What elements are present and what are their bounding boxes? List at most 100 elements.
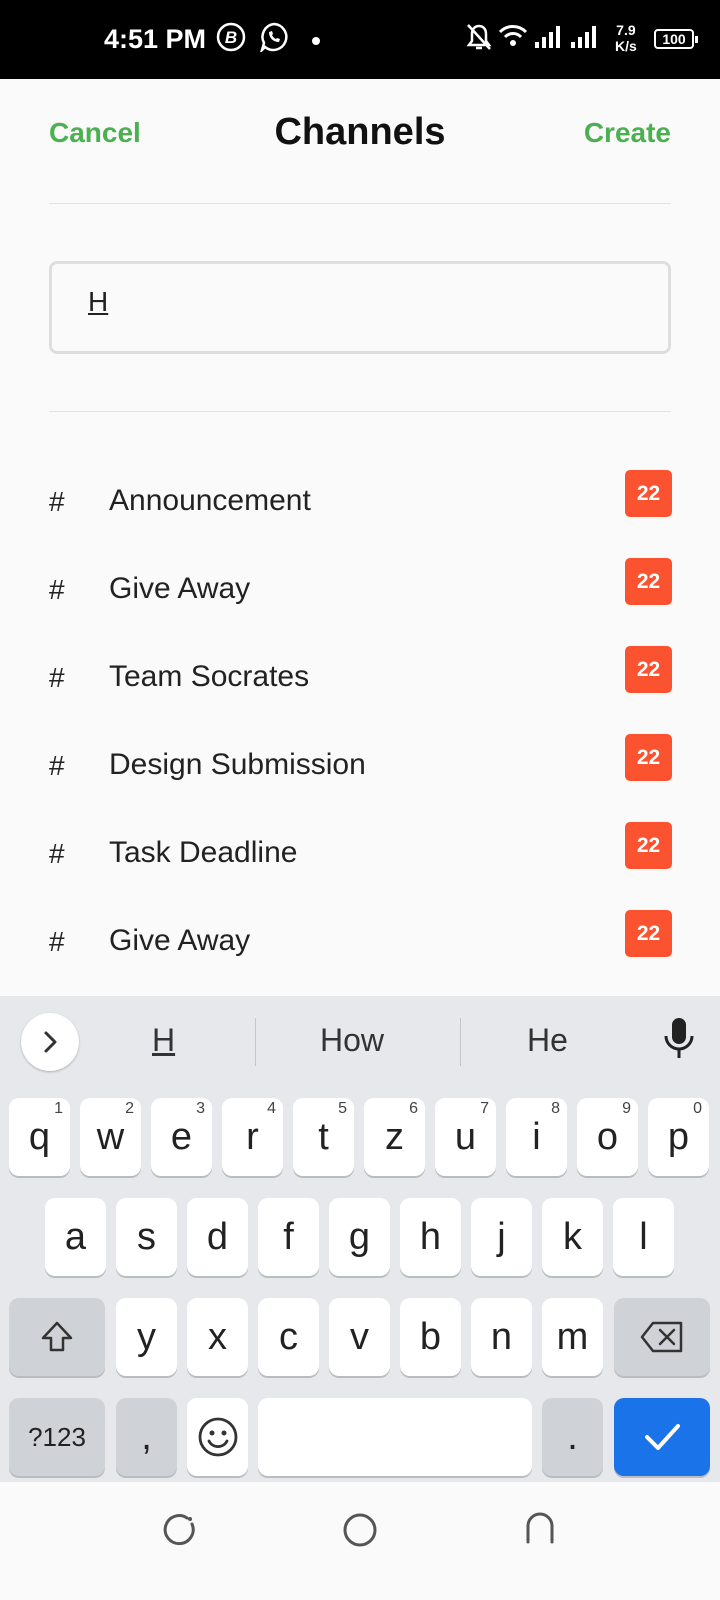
key-i[interactable]: i8 (506, 1098, 567, 1176)
checkmark-icon (645, 1424, 680, 1450)
key-d[interactable]: d (187, 1198, 248, 1276)
key-q[interactable]: q1 (9, 1098, 70, 1176)
wifi-icon (498, 22, 528, 55)
on-screen-keyboard: H How He q1 w2 e3 r4 t5 z6 u7 i8 o9 p0 a… (0, 996, 720, 1482)
key-g[interactable]: g (329, 1198, 390, 1276)
key-y[interactable]: y (116, 1298, 177, 1376)
key-h[interactable]: h (400, 1198, 461, 1276)
channel-row[interactable]: # Design Submission 22 (0, 726, 720, 806)
home-icon[interactable] (342, 1512, 378, 1553)
shift-icon (41, 1321, 73, 1352)
channel-row[interactable]: # Give Away 22 (0, 550, 720, 630)
key-e[interactable]: e3 (151, 1098, 212, 1176)
key-f[interactable]: f (258, 1198, 319, 1276)
key-m[interactable]: m (542, 1298, 603, 1376)
signal-icon (533, 22, 565, 55)
suggestion-divider (460, 1018, 461, 1066)
search-divider (49, 411, 671, 412)
mic-icon[interactable] (661, 1016, 697, 1067)
channel-name: Give Away (109, 924, 251, 957)
symbols-key[interactable]: ?123 (9, 1398, 105, 1476)
key-b[interactable]: b (400, 1298, 461, 1376)
channel-row[interactable]: # Task Deadline 22 (0, 814, 720, 894)
key-hint: 8 (551, 1100, 560, 1117)
key-z[interactable]: z6 (364, 1098, 425, 1176)
b-app-icon: B (216, 22, 246, 57)
suggestion-3[interactable]: He (527, 1022, 568, 1059)
shift-key[interactable] (9, 1298, 105, 1376)
key-p[interactable]: p0 (648, 1098, 709, 1176)
key-v[interactable]: v (329, 1298, 390, 1376)
key-label: r (246, 1116, 259, 1158)
key-label: w (96, 1116, 125, 1158)
unread-badge: 22 (625, 910, 672, 957)
key-hint: 6 (409, 1100, 418, 1117)
unread-badge: 22 (625, 734, 672, 781)
key-label: i (532, 1116, 541, 1158)
channel-name: Team Socrates (109, 660, 310, 693)
key-label: p (667, 1116, 690, 1158)
status-bar: 4:51 PM B 7.9 K/s 100 (0, 0, 720, 79)
enter-key[interactable] (614, 1398, 710, 1476)
key-hint: 2 (125, 1100, 134, 1117)
key-c[interactable]: c (258, 1298, 319, 1376)
key-hint: 0 (693, 1100, 702, 1117)
key-label: o (596, 1116, 619, 1158)
key-o[interactable]: o9 (577, 1098, 638, 1176)
channel-name: Announcement (109, 484, 311, 517)
key-hint: 3 (196, 1100, 205, 1117)
key-label: u (454, 1116, 477, 1158)
channel-name: Design Submission (109, 748, 366, 781)
search-input-value: H (88, 286, 109, 317)
key-hint: 9 (622, 1100, 631, 1117)
key-r[interactable]: r4 (222, 1098, 283, 1176)
key-label: t (318, 1116, 329, 1158)
key-hint: 5 (338, 1100, 347, 1117)
channel-hash-icon: # (49, 574, 65, 605)
dot-icon (311, 33, 321, 51)
period-key[interactable]: . (542, 1398, 603, 1476)
emoji-key[interactable] (187, 1398, 248, 1476)
recent-apps-icon[interactable] (161, 1512, 197, 1553)
channel-hash-icon: # (49, 750, 65, 781)
channel-hash-icon: # (49, 838, 65, 869)
key-u[interactable]: u7 (435, 1098, 496, 1176)
key-label: z (385, 1116, 404, 1158)
whatsapp-icon (259, 22, 289, 57)
search-input[interactable]: H (49, 261, 671, 354)
key-n[interactable]: n (471, 1298, 532, 1376)
channel-row[interactable]: # Give Away 22 (0, 902, 720, 982)
key-j[interactable]: j (471, 1198, 532, 1276)
suggestion-divider (255, 1018, 256, 1066)
key-s[interactable]: s (116, 1198, 177, 1276)
channel-hash-icon: # (49, 486, 65, 517)
suggestion-1[interactable]: H (152, 1022, 175, 1059)
signal-icon-2 (569, 22, 601, 55)
key-hint: 7 (480, 1100, 489, 1117)
comma-key[interactable]: , (116, 1398, 177, 1476)
battery-icon: 100 (654, 29, 698, 49)
backspace-icon (640, 1321, 683, 1353)
channel-name: Give Away (109, 572, 251, 605)
unread-badge: 22 (625, 822, 672, 869)
suggestion-2[interactable]: How (320, 1022, 384, 1059)
channel-hash-icon: # (49, 662, 65, 693)
key-k[interactable]: k (542, 1198, 603, 1276)
channel-row[interactable]: # Team Socrates 22 (0, 638, 720, 718)
create-button[interactable]: Create (584, 117, 671, 149)
key-l[interactable]: l (613, 1198, 674, 1276)
channel-row[interactable]: # Announcement 22 (0, 462, 720, 542)
key-w[interactable]: w2 (80, 1098, 141, 1176)
channel-name: Task Deadline (109, 836, 298, 869)
key-a[interactable]: a (45, 1198, 106, 1276)
expand-toolbar-button[interactable] (21, 1013, 79, 1071)
backspace-key[interactable] (614, 1298, 710, 1376)
key-t[interactable]: t5 (293, 1098, 354, 1176)
navigation-bar (0, 1482, 720, 1600)
key-x[interactable]: x (187, 1298, 248, 1376)
suggestion-bar: H How He (0, 996, 720, 1082)
unread-badge: 22 (625, 646, 672, 693)
key-label: q (28, 1116, 51, 1158)
back-icon[interactable] (522, 1510, 558, 1551)
space-key[interactable] (258, 1398, 532, 1476)
